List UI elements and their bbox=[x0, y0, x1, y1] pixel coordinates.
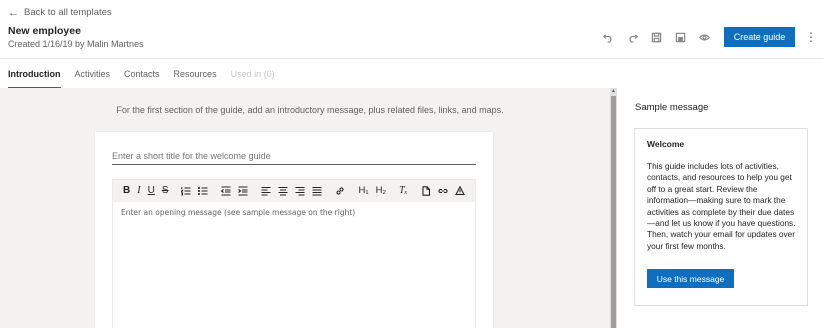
heading-2-button[interactable]: H₂ bbox=[376, 185, 387, 197]
sample-message-card: Welcome This guide includes lots of acti… bbox=[634, 128, 808, 306]
undo-icon[interactable] bbox=[600, 29, 616, 45]
header-toolbar: Create guide ⋮ bbox=[600, 27, 823, 47]
decrease-indent-icon[interactable] bbox=[221, 186, 231, 196]
link-icon[interactable] bbox=[335, 186, 345, 196]
scroll-up-icon[interactable]: ▲ bbox=[610, 88, 617, 95]
bold-button[interactable]: B bbox=[123, 185, 130, 197]
sample-panel: Sample message Welcome This guide includ… bbox=[617, 88, 823, 328]
clear-formatting-button[interactable]: Tₓ bbox=[399, 185, 407, 197]
insert-map-icon[interactable] bbox=[454, 186, 465, 196]
save-as-icon[interactable] bbox=[672, 29, 688, 45]
page-title: New employee bbox=[8, 25, 81, 37]
scrollbar-thumb[interactable] bbox=[611, 96, 616, 328]
attach-file-icon[interactable] bbox=[421, 186, 431, 196]
bulleted-list-icon[interactable] bbox=[198, 186, 208, 196]
use-this-message-button[interactable]: Use this message bbox=[647, 269, 734, 288]
header: ← Back to all templates New employee Cre… bbox=[0, 0, 823, 58]
sample-title: Welcome bbox=[647, 139, 685, 149]
heading-1-button[interactable]: H₁ bbox=[358, 185, 368, 197]
editor-toolbar: B I U S H₁ H₂ Tₓ bbox=[113, 180, 475, 202]
welcome-card: B I U S bbox=[95, 132, 493, 328]
main-canvas: For the first section of the guide, add … bbox=[0, 88, 610, 328]
more-vertical-icon[interactable]: ⋮ bbox=[799, 27, 823, 47]
numbered-list-icon[interactable] bbox=[181, 186, 191, 196]
redo-icon[interactable] bbox=[624, 29, 640, 45]
create-guide-button[interactable]: Create guide bbox=[724, 27, 795, 47]
underline-button[interactable]: U bbox=[148, 185, 155, 197]
tab-used-in: Used in (0) bbox=[230, 68, 275, 79]
sample-heading: Sample message bbox=[635, 102, 709, 113]
message-editor-body[interactable]: Enter an opening message (see sample mes… bbox=[113, 202, 475, 223]
align-justify-icon[interactable] bbox=[312, 186, 322, 196]
tab-resources[interactable]: Resources bbox=[174, 59, 217, 89]
increase-indent-icon[interactable] bbox=[238, 186, 248, 196]
preview-icon[interactable] bbox=[696, 29, 712, 45]
tab-activities[interactable]: Activities bbox=[75, 59, 111, 89]
insert-link-icon[interactable] bbox=[438, 186, 448, 196]
strikethrough-button[interactable]: S bbox=[162, 185, 169, 197]
align-right-icon[interactable] bbox=[295, 186, 305, 196]
align-center-icon[interactable] bbox=[278, 186, 288, 196]
tab-bar: Introduction Activities Contacts Resourc… bbox=[0, 58, 823, 89]
message-editor: B I U S H₁ H₂ Tₓ Enter an opening messag… bbox=[112, 179, 476, 328]
page-subtitle: Created 1/16/19 by Malin Martnes bbox=[8, 39, 144, 49]
arrow-left-icon: ← bbox=[8, 6, 19, 19]
main-scrollbar[interactable]: ▲ bbox=[610, 88, 617, 328]
tab-introduction[interactable]: Introduction bbox=[8, 59, 61, 89]
tab-contacts[interactable]: Contacts bbox=[124, 59, 160, 89]
intro-instructions: For the first section of the guide, add … bbox=[116, 105, 504, 115]
back-to-templates-link[interactable]: ← Back to all templates bbox=[8, 7, 112, 18]
save-icon[interactable] bbox=[648, 29, 664, 45]
back-link-label: Back to all templates bbox=[24, 7, 112, 18]
italic-button[interactable]: I bbox=[137, 185, 140, 197]
welcome-title-input[interactable] bbox=[112, 148, 476, 165]
align-left-icon[interactable] bbox=[261, 186, 271, 196]
sample-body: This guide includes lots of activities, … bbox=[647, 161, 796, 251]
